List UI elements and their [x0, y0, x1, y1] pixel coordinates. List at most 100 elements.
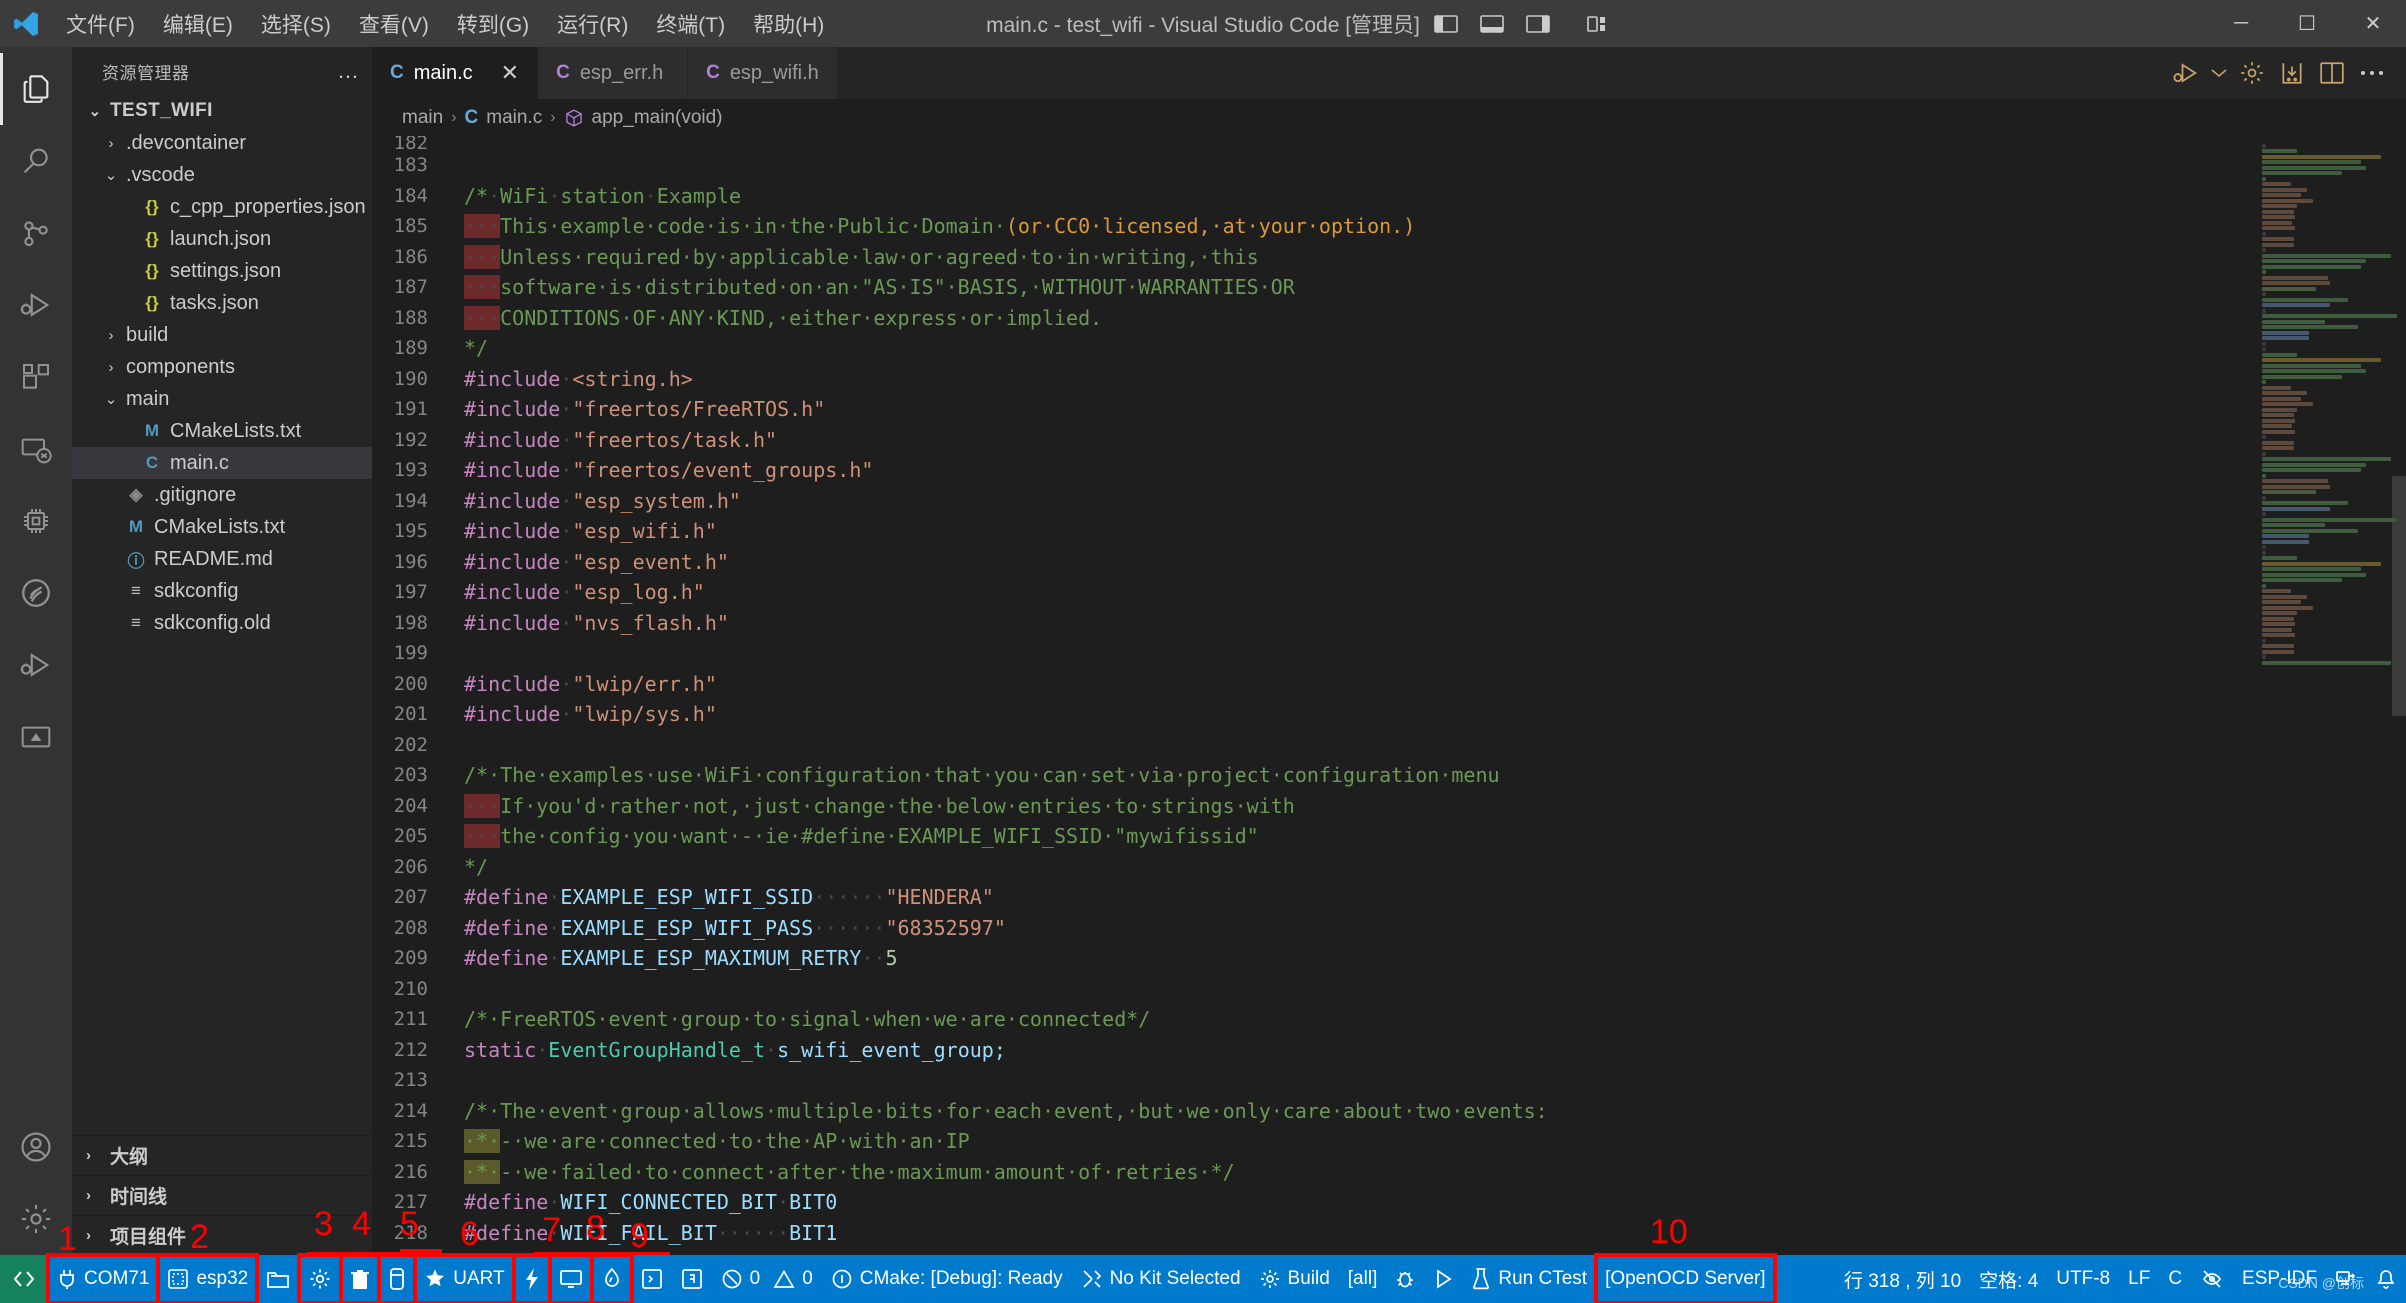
code-line[interactable]: 193 #include·"freertos/event_groups.h" [372, 455, 2256, 486]
tree-item-sdkconfig[interactable]: ≡ sdkconfig [72, 575, 372, 607]
code-line[interactable]: 212 static·EventGroupHandle_t·s_wifi_even… [372, 1035, 2256, 1066]
code-line[interactable]: 201 #include·"lwip/sys.h" [372, 699, 2256, 730]
toggle-primary-sidebar-icon[interactable] [1423, 0, 1469, 47]
kit-select-item[interactable]: No Kit Selected [1072, 1255, 1250, 1303]
activity-extensions-icon[interactable] [0, 341, 72, 413]
cmake-status-item[interactable]: CMake: [Debug]: Ready [822, 1255, 1072, 1303]
run-debug-icon[interactable] [2166, 47, 2206, 99]
target-chip-item[interactable]: esp32 [156, 1253, 260, 1303]
code-line[interactable]: 196 #include·"esp_event.h" [372, 547, 2256, 578]
code-line[interactable]: 218 #define·WIFI_FAIL_BIT······BIT1 [372, 1218, 2256, 1249]
editor-actions[interactable] [2166, 47, 2406, 99]
toggle-panel-icon[interactable] [1469, 0, 1515, 47]
code-line[interactable]: 189 */ [372, 333, 2256, 364]
code-line[interactable]: 205 ···the·config·you·want·-·ie·#define·E… [372, 821, 2256, 852]
activity-account-icon[interactable] [0, 1111, 72, 1183]
code-line[interactable]: 200 #include·"lwip/err.h" [372, 669, 2256, 700]
code-line[interactable]: 198 #include·"nvs_flash.h" [372, 608, 2256, 639]
tree-item-readme-md[interactable]: ⓘ README.md [72, 543, 372, 575]
language-mode-item[interactable]: C [2159, 1255, 2191, 1303]
code-line[interactable]: 207 #define·EXAMPLE_ESP_WIFI_SSID······"H… [372, 882, 2256, 913]
code-lines[interactable]: 182 183 184/*·WiFi·station·Example 185 ···Th… [372, 136, 2256, 1255]
no-preview-icon[interactable] [2191, 1255, 2233, 1303]
code-line[interactable]: 206 */ [372, 852, 2256, 883]
activity-debug-alt-icon[interactable] [0, 629, 72, 701]
code-line[interactable]: 185 ···This·example·code·is·in·the·Public… [372, 211, 2256, 242]
panel-timeline[interactable]: › 时间线 [72, 1175, 372, 1215]
serial-port-item[interactable]: COM71 [45, 1253, 161, 1303]
chevron-down-icon[interactable] [2206, 47, 2232, 99]
build-flash-monitor-item[interactable] [511, 1253, 552, 1303]
code-line[interactable]: 187 ···software·is·distributed·on·an·"AS·… [372, 272, 2256, 303]
code-line[interactable]: 202 [372, 730, 2256, 761]
code-line[interactable]: 197 #include·"esp_log.h" [372, 577, 2256, 608]
minimap[interactable] [2256, 136, 2406, 1255]
code-line[interactable]: 214 /*·The·event·group·allows·multiple·bi… [372, 1096, 2256, 1127]
tree-item-build[interactable]: › build [72, 319, 372, 351]
tree-item--gitignore[interactable]: ◈ .gitignore [72, 479, 372, 511]
tree-item-sdkconfig-old[interactable]: ≡ sdkconfig.old [72, 607, 372, 639]
breadcrumb-folder[interactable]: main [402, 107, 443, 129]
uart-monitor-item[interactable]: UART [413, 1253, 516, 1303]
full-clean-item[interactable] [339, 1253, 382, 1303]
code-line[interactable]: 211 /*·FreeRTOS·event·group·to·signal·whe… [372, 1004, 2256, 1035]
activity-search-icon[interactable] [0, 125, 72, 197]
eol-item[interactable]: LF [2119, 1255, 2159, 1303]
bell-icon[interactable] [2366, 1255, 2406, 1303]
customize-layout-icon[interactable] [1577, 0, 1623, 47]
execute-item[interactable] [672, 1255, 712, 1303]
activity-run-and-debug-icon[interactable] [0, 269, 72, 341]
code-line[interactable]: 183 [372, 150, 2256, 181]
menu-terminal[interactable]: 终端(T) [642, 4, 739, 44]
code-line[interactable]: 188 ···CONDITIONS·OF·ANY·KIND,·either·exp… [372, 303, 2256, 334]
menu-file[interactable]: 文件(F) [52, 4, 149, 44]
menu-run[interactable]: 运行(R) [543, 4, 642, 44]
activity-testing-icon[interactable] [0, 701, 72, 773]
build-target-item[interactable]: [all] [1339, 1255, 1387, 1303]
panel-project-components[interactable]: › 项目组件 [72, 1215, 372, 1255]
file-tree[interactable]: ⌄ TEST_WIFI › .devcontainer ⌄ .vscode {} c_cpp_… [72, 95, 372, 1135]
flash-download-icon[interactable] [2272, 47, 2312, 99]
tree-item-c-cpp-properties-json[interactable]: {} c_cpp_properties.json [72, 191, 372, 223]
panel-outline[interactable]: › 大纲 [72, 1135, 372, 1175]
tree-item-components[interactable]: › components [72, 351, 372, 383]
menu-edit[interactable]: 编辑(E) [149, 4, 247, 44]
tree-item-cmakelists-txt[interactable]: M CMakeLists.txt [72, 511, 372, 543]
breadcrumb-file[interactable]: main.c [486, 107, 542, 129]
code-line[interactable]: 209 #define·EXAMPLE_ESP_MAXIMUM_RETRY··5 [372, 943, 2256, 974]
tree-item-launch-json[interactable]: {} launch.json [72, 223, 372, 255]
breadcrumb-symbol[interactable]: app_main(void) [592, 107, 723, 129]
code-line[interactable]: 184/*·WiFi·station·Example [372, 181, 2256, 212]
breadcrumb[interactable]: main › C main.c › app_main(void) [372, 99, 2406, 137]
maximize-button[interactable]: ☐ [2274, 0, 2340, 47]
split-editor-icon[interactable] [2312, 47, 2352, 99]
activity-manage-gear-icon[interactable] [0, 1183, 72, 1255]
status-bar[interactable]: COM71 esp32 UART 0 0 CMake: [Debug]: Rea… [0, 1253, 2406, 1303]
remote-window-icon[interactable] [0, 1255, 48, 1303]
more-actions-icon[interactable] [2352, 47, 2392, 99]
toggle-secondary-sidebar-icon[interactable] [1515, 0, 1561, 47]
minimize-button[interactable]: ─ [2208, 0, 2274, 47]
code-line[interactable]: 213 [372, 1065, 2256, 1096]
activity-wifi-icon[interactable] [0, 557, 72, 629]
code-line[interactable]: 216 ·*·-·we·failed·to·connect·after·the·m… [372, 1157, 2256, 1188]
tree-item-main-c[interactable]: Cmain.c [72, 447, 372, 479]
code-line[interactable]: 191 #include·"freertos/FreeRTOS.h" [372, 394, 2256, 425]
run-ctest-item[interactable]: Run CTest [1462, 1255, 1596, 1303]
close-button[interactable]: ✕ [2340, 0, 2406, 47]
menu-help[interactable]: 帮助(H) [739, 4, 838, 44]
sidebar-more-icon[interactable]: … [337, 58, 360, 84]
menu-view[interactable]: 查看(V) [345, 4, 443, 44]
openocd-server-item[interactable]: [OpenOCD Server] [1594, 1253, 1777, 1303]
menu-go[interactable]: 转到(G) [443, 4, 543, 44]
flash-method-item[interactable] [377, 1253, 418, 1303]
activity-remote-explorer-icon[interactable] [0, 413, 72, 485]
code-line[interactable]: 204 ···If·you'd·rather·not,·just·change·t… [372, 791, 2256, 822]
problems-item[interactable]: 0 0 [712, 1255, 822, 1303]
cursor-position-item[interactable]: 行 318 , 列 10 [1835, 1255, 1970, 1303]
code-line[interactable]: 208 #define·EXAMPLE_ESP_WIFI_PASS······"6… [372, 913, 2256, 944]
close-icon[interactable]: ✕ [501, 60, 519, 86]
tab-esp-err-h[interactable]: C esp_err.h [538, 47, 689, 99]
code-line[interactable]: 203 /*·The·examples·use·WiFi·configuratio… [372, 760, 2256, 791]
code-line[interactable]: 210 [372, 974, 2256, 1005]
